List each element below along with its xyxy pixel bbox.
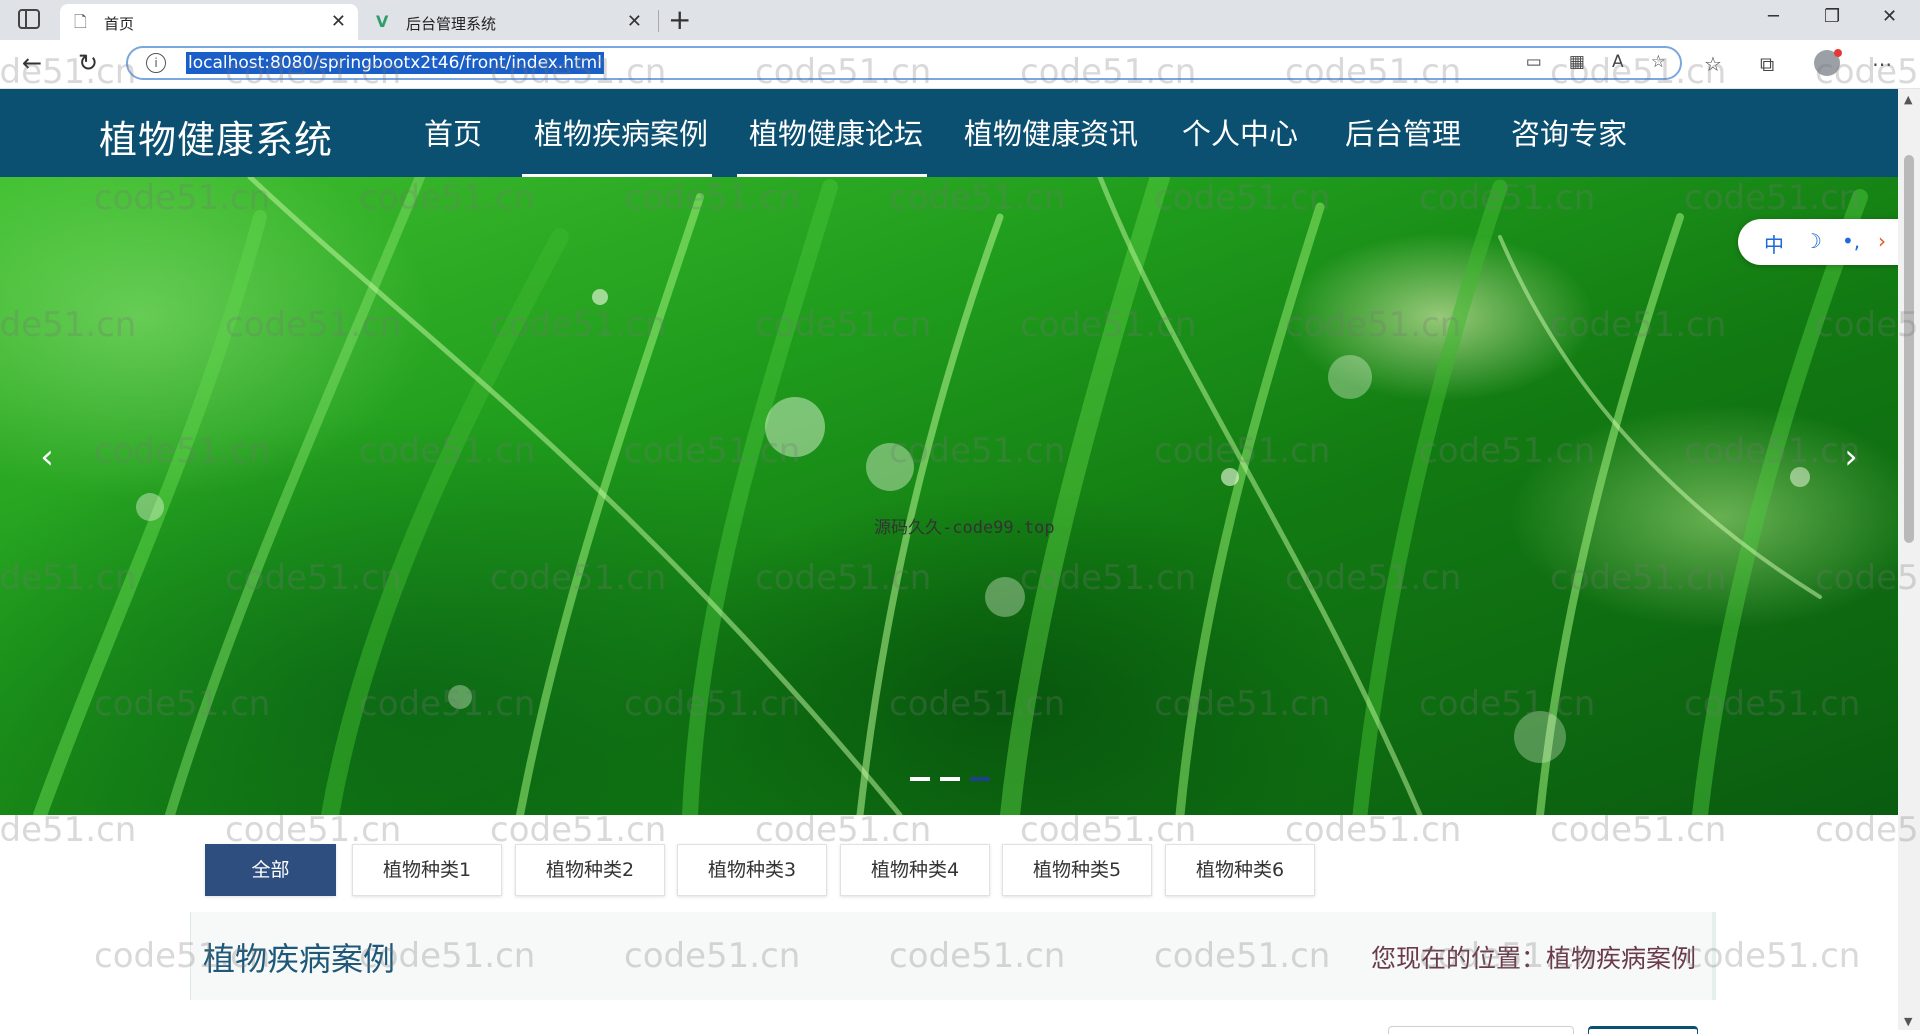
site-header: 植物健康系统 首页 植物疾病案例 植物健康论坛 植物健康资讯 个人中心 后台管理… [0, 89, 1898, 177]
read-aloud-icon[interactable]: A [1612, 52, 1624, 72]
tab-title: 后台管理系统 [406, 15, 497, 33]
tab-home[interactable]: 🗋 首页 ✕ [60, 4, 358, 40]
apps-icon[interactable]: ▦ [1569, 52, 1585, 72]
site-title: 植物健康系统 [99, 118, 334, 162]
breadcrumb: 您现在的位置：植物疾病案例 [1370, 944, 1696, 973]
moon-icon[interactable]: ☽ [1804, 229, 1822, 253]
address-bar-tools: ▭ ▦ A ☆ [1504, 52, 1666, 76]
grass-photo [33, 177, 1868, 815]
favorites-icon[interactable]: ☆ [1704, 52, 1722, 76]
new-tab-button[interactable]: + [668, 4, 691, 36]
nav-disease-cases[interactable]: 植物疾病案例 [534, 111, 708, 153]
watermark-text: code51.cn [1550, 810, 1727, 850]
more-menu-icon[interactable]: ⋯ [1872, 52, 1892, 76]
category-button[interactable]: 植物种类2 [515, 844, 665, 896]
category-button[interactable]: 植物种类6 [1165, 844, 1315, 896]
carousel-next-arrow[interactable]: › [1826, 417, 1876, 497]
nav-home[interactable]: 首页 [424, 111, 482, 153]
nav-consult-expert[interactable]: 咨询专家 [1511, 111, 1627, 153]
section-title-panel: 植物疾病案例 您现在的位置：植物疾病案例 [190, 912, 1716, 1000]
category-button[interactable]: 植物种类4 [840, 844, 990, 896]
tab-actions-icon[interactable] [18, 9, 40, 29]
cast-icon[interactable]: ▭ [1526, 52, 1542, 72]
browser-tab-bar: 🗋 首页 ✕ V 后台管理系统 ✕ + ─ ❐ ✕ [0, 0, 1920, 40]
floating-toolbar: 中 ☽ •, › [1738, 219, 1902, 265]
profile-avatar[interactable] [1814, 49, 1842, 76]
carousel-prev-arrow[interactable]: ‹ [22, 417, 72, 497]
expand-arrow-icon[interactable]: › [1878, 229, 1886, 253]
dots-icon[interactable]: •, [1842, 229, 1860, 253]
carousel-dot[interactable] [910, 777, 930, 781]
collections-icon[interactable]: ⧉ [1760, 52, 1774, 76]
category-all[interactable]: 全部 [205, 844, 336, 896]
address-bar[interactable]: i localhost:8080/springbootx2t46/front/i… [126, 46, 1682, 80]
back-icon[interactable]: ← [22, 50, 42, 76]
watermark-text: code51.cn [0, 810, 137, 850]
section-title: 植物疾病案例 [203, 940, 396, 978]
category-button[interactable]: 植物种类1 [352, 844, 502, 896]
nav-admin[interactable]: 后台管理 [1345, 111, 1461, 153]
carousel-dot-active[interactable] [970, 777, 990, 781]
tab-divider [658, 10, 659, 32]
reload-icon[interactable]: ↻ [78, 50, 98, 76]
nav-news[interactable]: 植物健康资讯 [964, 111, 1138, 153]
close-tab-icon[interactable]: ✕ [627, 11, 642, 32]
page-scrollbar[interactable]: ▲ ▼ [1898, 89, 1920, 1030]
search-input-edge[interactable] [1388, 1026, 1574, 1034]
close-window-button[interactable]: ✕ [1882, 6, 1897, 27]
search-button-edge[interactable] [1588, 1026, 1698, 1034]
scroll-up-arrow[interactable]: ▲ [1904, 93, 1912, 106]
carousel-caption: 源码久久-code99.top [874, 518, 1055, 538]
banner-carousel[interactable]: ‹ › 源码久久-code99.top [0, 177, 1898, 815]
url-text[interactable]: localhost:8080/springbootx2t46/front/ind… [186, 52, 604, 74]
tab-title: 首页 [104, 15, 135, 33]
tab-admin[interactable]: V 后台管理系统 ✕ [362, 4, 654, 40]
nav-forum[interactable]: 植物健康论坛 [749, 111, 923, 153]
page-icon: 🗋 [74, 12, 87, 31]
language-toggle[interactable]: 中 [1764, 229, 1784, 258]
category-button[interactable]: 植物种类5 [1002, 844, 1152, 896]
minimize-button[interactable]: ─ [1768, 6, 1779, 27]
close-tab-icon[interactable]: ✕ [331, 11, 346, 32]
address-bar-row: ← ↻ i localhost:8080/springbootx2t46/fro… [0, 40, 1920, 89]
scroll-thumb[interactable] [1904, 155, 1914, 543]
maximize-button[interactable]: ❐ [1824, 6, 1840, 27]
category-button[interactable]: 植物种类3 [677, 844, 827, 896]
scroll-down-arrow[interactable]: ▼ [1904, 1015, 1912, 1028]
favorite-star-icon[interactable]: ☆ [1651, 52, 1666, 72]
vue-logo-icon: V [376, 12, 389, 31]
nav-profile[interactable]: 个人中心 [1182, 111, 1298, 153]
carousel-dot[interactable] [940, 777, 960, 781]
site-info-icon[interactable]: i [146, 53, 166, 73]
